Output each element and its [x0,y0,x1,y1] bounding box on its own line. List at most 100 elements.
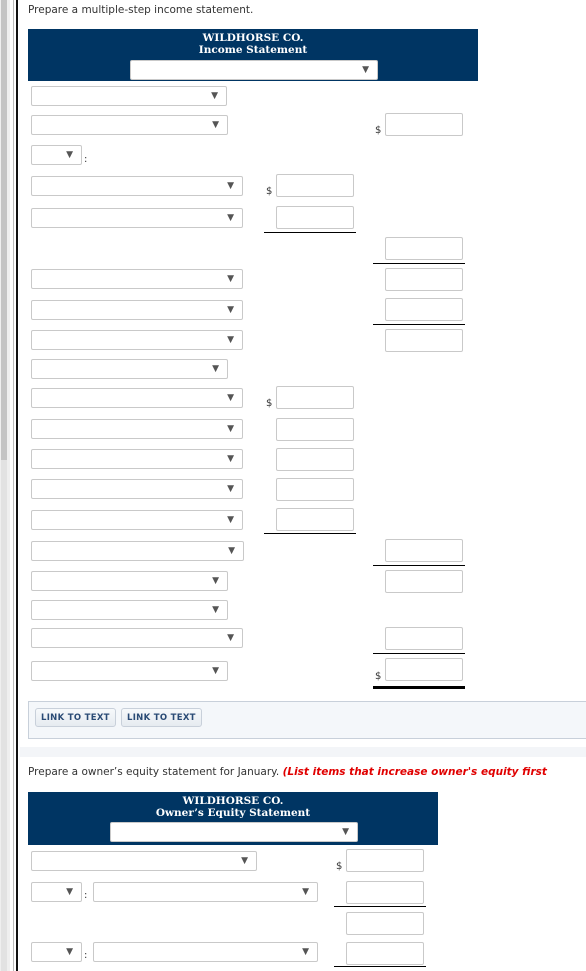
account-select[interactable]: ▼ [31,359,228,379]
amount-input[interactable] [276,508,354,531]
dropdown-arrow-icon: ▼ [227,424,234,434]
dropdown-arrow-icon: ▼ [302,887,309,897]
amount-input[interactable] [346,881,424,904]
short-select[interactable]: ▼ [31,882,82,902]
amount-input[interactable] [385,298,463,321]
amount-input[interactable] [385,570,463,593]
equity-statement-header: WILDHORSE CO. Owner’s Equity Statement ▼ [28,792,438,845]
equity-instruction-note: (List items that increase owner's equity… [282,766,547,778]
account-select[interactable]: ▼ [31,269,243,289]
dropdown-arrow-icon: ▼ [227,484,234,494]
account-select[interactable]: ▼ [31,661,228,681]
income-instruction: Prepare a multiple-step income statement… [28,4,254,16]
account-select[interactable]: ▼ [31,600,228,620]
amount-input[interactable] [385,237,463,260]
dropdown-arrow-icon: ▼ [228,546,235,556]
account-select[interactable]: ▼ [31,300,243,320]
currency-symbol: $ [336,861,343,872]
dropdown-arrow-icon: ▼ [212,364,219,374]
dropdown-arrow-icon: ▼ [227,305,234,315]
dropdown-arrow-icon: ▼ [66,947,73,957]
dropdown-arrow-icon: ▼ [212,666,219,676]
account-select[interactable]: ▼ [93,882,318,902]
dropdown-arrow-icon: ▼ [66,887,73,897]
amount-input[interactable] [385,539,463,562]
currency-symbol: $ [375,125,382,136]
subtotal-line [264,232,356,233]
amount-input[interactable] [276,206,354,229]
amount-input[interactable] [276,174,354,197]
account-select[interactable]: ▼ [31,541,244,561]
dropdown-arrow-icon: ▼ [212,576,219,586]
dropdown-arrow-icon: ▼ [227,274,234,284]
currency-symbol: $ [375,671,382,682]
amount-input[interactable] [385,329,463,352]
account-select[interactable]: ▼ [31,176,243,196]
statement-title: Income Statement [198,44,308,56]
short-select[interactable]: ▼ [31,942,82,962]
link-to-text-button[interactable]: LINK TO TEXT [35,708,116,727]
account-select[interactable]: ▼ [31,419,243,439]
link-toolbar: LINK TO TEXT LINK TO TEXT [28,701,586,739]
income-statement-header: WILDHORSE CO. Income Statement ▼ [28,29,478,81]
dropdown-arrow-icon: ▼ [66,150,73,160]
amount-input[interactable] [276,386,354,409]
account-select[interactable]: ▼ [31,851,257,871]
account-select[interactable]: ▼ [31,479,243,499]
dropdown-arrow-icon: ▼ [227,393,234,403]
account-select[interactable]: ▼ [31,330,243,350]
dropdown-arrow-icon: ▼ [227,213,234,223]
scrollbar-track [1,460,7,971]
account-select[interactable]: ▼ [31,86,227,106]
currency-symbol: $ [266,398,273,409]
subtotal-line [373,263,465,264]
dropdown-arrow-icon: ▼ [227,633,234,643]
short-select[interactable]: ▼ [31,145,82,165]
amount-input[interactable] [346,912,424,935]
scrollbar-thumb[interactable] [1,0,7,460]
period-select[interactable]: ▼ [110,822,358,842]
dropdown-arrow-icon: ▼ [211,91,218,101]
amount-input[interactable] [385,113,463,136]
subtotal-line [373,565,465,566]
amount-input[interactable] [385,627,463,650]
account-select[interactable]: ▼ [31,510,243,530]
equity-instruction: Prepare a owner’s equity statement for J… [28,766,547,778]
dropdown-arrow-icon: ▼ [212,120,219,130]
dropdown-arrow-icon: ▼ [302,947,309,957]
account-select[interactable]: ▼ [93,942,318,962]
colon-label: : [84,890,88,901]
account-select[interactable]: ▼ [31,208,243,228]
account-select[interactable]: ▼ [31,628,243,648]
account-select[interactable]: ▼ [31,449,243,469]
section-separator [20,747,586,757]
amount-input[interactable] [276,448,354,471]
total-double-line [373,686,465,689]
dropdown-arrow-icon: ▼ [362,65,369,75]
dropdown-arrow-icon: ▼ [212,605,219,615]
net-income-input[interactable] [385,658,463,681]
dropdown-arrow-icon: ▼ [227,454,234,464]
amount-input[interactable] [276,418,354,441]
account-select[interactable]: ▼ [31,571,228,591]
account-select[interactable]: ▼ [31,388,243,408]
link-to-text-button[interactable]: LINK TO TEXT [121,708,202,727]
account-select[interactable]: ▼ [31,115,228,135]
colon-label: : [84,950,88,961]
amount-input[interactable] [276,478,354,501]
amount-input[interactable] [346,942,424,965]
amount-input[interactable] [385,268,463,291]
subtotal-line [334,966,426,967]
dropdown-arrow-icon: ▼ [342,827,349,837]
subtotal-line [334,906,426,907]
currency-symbol: $ [266,186,273,197]
colon-label: : [84,154,88,165]
subtotal-line [373,324,465,325]
subtotal-line [264,533,356,534]
amount-input[interactable] [346,849,424,872]
divider [13,0,14,971]
scrollbar[interactable] [0,0,10,971]
period-select[interactable]: ▼ [130,60,378,80]
divider [16,0,18,971]
dropdown-arrow-icon: ▼ [227,181,234,191]
